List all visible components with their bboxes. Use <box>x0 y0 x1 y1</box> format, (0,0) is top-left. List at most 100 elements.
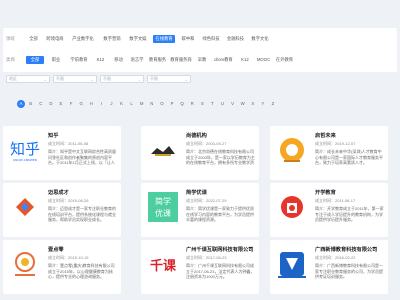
company-card[interactable]: 知乎 KNOW ANSWER 知乎 成立时间：2011-06-08 简介：知乎是中文互联… <box>3 126 121 180</box>
category-chip[interactable]: 早教 <box>195 56 209 64</box>
alphabet-letter[interactable]: H <box>87 100 96 108</box>
filter-select[interactable]: 不限 ⌄ <box>100 75 144 83</box>
category-chip[interactable]: 职业 <box>47 56 65 64</box>
company-description: 简介：广西新博教育科技有限公司是一家专注职业教育服务的公司，为学员提供考证培训服… <box>315 263 383 280</box>
domain-chip[interactable]: 全部 <box>26 35 41 43</box>
alphabet-letter[interactable]: D <box>46 100 55 108</box>
company-description: 简介：壹点零(重庆)教育科技有限公司成立于2015年，以心理健康教育为核心，提供… <box>48 263 115 280</box>
domain-chip[interactable]: 数字营销 <box>101 35 123 43</box>
domain-chip[interactable]: 在线教育 <box>153 35 175 43</box>
alphabet-letter[interactable]: C <box>36 100 45 108</box>
alphabet-letter[interactable]: Q <box>178 100 187 108</box>
alphabet-letter[interactable]: B <box>26 100 35 108</box>
category-chip[interactable]: 学前教育 <box>68 56 90 64</box>
company-description: 简介：北京尚德在线教育科技有限公司成立于2003年，是一家以学历教育为主的在线教… <box>186 149 255 166</box>
company-description: 简介：广州千课互联网科技有限公司成立于2017-06-23，法定代表人为钟鑫，注… <box>186 263 255 280</box>
alphabet-letter[interactable]: N <box>147 100 156 108</box>
category-label: 类目 <box>6 57 15 62</box>
filter-select[interactable]: 不限 ⌄ <box>147 75 191 83</box>
company-card[interactable]: 迈思成才成立时间：2019-08-26 简介：迈思成才是一家专注职业教育的在线培训… <box>3 183 121 237</box>
alphabet-letter[interactable]: P <box>168 100 177 108</box>
company-description: 简介：简学优课是一家致力于提供优质在线学习内容的教育平台，为学员提供丰富的课程资… <box>186 206 254 223</box>
company-card[interactable]: 启哲未来 成立时间：2019-12-07 简介：成长未来中华(深圳)人才教育中心有限… <box>270 126 388 180</box>
svg-text:千课: 千课 <box>150 258 177 274</box>
founded-date: 成立时间：2017-06-23 <box>186 255 227 260</box>
alphabet-index: 全ABCDEFGHIJKLMNOPQRSTUVWXYZ <box>7 100 279 108</box>
founded-date: 成立时间：2019-08-26 <box>48 198 89 203</box>
company-name[interactable]: 广西新博教育科技有限公司 <box>315 246 377 253</box>
category-chip[interactable]: MOOC <box>255 56 272 64</box>
company-card[interactable]: 开学教育成立时间：2011-08-17 简介：开学教育成立于2011年，第一家专注… <box>270 183 388 237</box>
alphabet-letter[interactable]: Z <box>268 100 277 108</box>
category-chip[interactable]: 移动 <box>111 56 126 64</box>
category-chip[interactable]: 语言学 <box>129 56 145 64</box>
domain-chip[interactable]: 碳中和 <box>179 35 197 43</box>
domain-chip[interactable]: 绿色科技 <box>201 35 221 43</box>
domain-chip[interactable]: 数字文娱 <box>127 35 149 43</box>
company-name[interactable]: 尚德机构 <box>186 132 207 139</box>
category-chip[interactable]: drom教育 <box>212 56 235 64</box>
company-name[interactable]: 壹点零 <box>48 246 64 253</box>
alphabet-letter[interactable]: S <box>198 100 207 108</box>
company-logo <box>7 246 43 282</box>
company-card[interactable]: 简学 优课 简学优课 成立时间：2022-07-29 简介：简学优课是一家致力于提供优质… <box>141 183 259 237</box>
alphabet-letter[interactable]: T <box>208 100 217 108</box>
company-card[interactable]: 尚德机构 成立时间：2003-09-27 简介：北京尚德在线教育科技有限公司成立于2… <box>141 126 259 180</box>
company-logo: 千课 <box>145 246 181 282</box>
company-card[interactable]: 千课 广州千课互联网科技有限公司 成立时间：2017-06-23 简介：广州千课互联网… <box>141 240 259 294</box>
alphabet-letter[interactable]: J <box>107 100 116 108</box>
company-description: 简介：开学教育成立于2011年，第一家专注于成人学历提升的教育机构，为学员提供学… <box>315 206 384 223</box>
company-name[interactable]: 开学教育 <box>315 189 336 196</box>
founded-date: 成立时间：2011-08-17 <box>315 198 356 203</box>
alphabet-letter[interactable]: M <box>137 100 146 108</box>
domain-chip[interactable]: 跨境电商 <box>45 35 65 43</box>
company-logo <box>274 246 310 282</box>
alphabet-letter[interactable]: L <box>127 100 136 108</box>
alphabet-letter[interactable]: Y <box>258 100 267 108</box>
company-name[interactable]: 简学优课 <box>186 189 207 196</box>
alphabet-letter[interactable]: X <box>248 100 257 108</box>
alphabet-letter[interactable]: I <box>97 100 106 108</box>
category-filter-row: 类目 全部 职业 学前教育 K12 移动 语言学 教育服务 教育服务商 早教 drom教育 K12 MO… <box>6 55 297 65</box>
alphabet-letter[interactable]: A <box>17 100 26 108</box>
company-logo <box>145 132 181 168</box>
domain-chip[interactable]: 数字文化 <box>250 35 270 43</box>
company-logo <box>7 189 43 225</box>
alphabet-letter[interactable]: F <box>67 100 76 108</box>
domain-chip[interactable]: 产业数字化 <box>69 35 97 43</box>
chevron-down-icon: ⌄ <box>184 76 188 82</box>
domain-filter-row: 領域 全部 跨境电商 产业数字化 数字营销 数字文娱 在线教育 碳中和 绿色科技 金融科技 数字文化 <box>6 34 274 44</box>
alphabet-letter[interactable]: O <box>157 100 166 108</box>
category-chip[interactable]: 教育服务 <box>148 56 167 64</box>
founded-date: 成立时间：2019-12-07 <box>315 141 356 146</box>
company-card[interactable]: 壹点零 成立时间：2015-10-15 简介：壹点零(重庆)教育科技有限公司成立于2… <box>3 240 121 294</box>
category-chip[interactable]: K12 <box>93 56 108 64</box>
alphabet-letter[interactable]: E <box>56 100 65 108</box>
founded-date: 成立时间：2016-02-22 <box>315 255 356 260</box>
domain-label: 領域 <box>6 36 15 41</box>
founded-date: 成立时间：2011-06-08 <box>48 141 89 146</box>
company-name[interactable]: 知乎 <box>48 132 58 139</box>
category-chip[interactable]: 在外教育 <box>275 56 294 64</box>
domain-chip[interactable]: 金融科技 <box>225 35 246 43</box>
category-chip[interactable]: 全部 <box>26 56 44 64</box>
alphabet-letter[interactable]: U <box>218 100 227 108</box>
alphabet-letter[interactable]: G <box>77 100 86 108</box>
company-name[interactable]: 启哲未来 <box>315 132 336 139</box>
alphabet-letter[interactable]: V <box>228 100 237 108</box>
category-chip[interactable]: 教育服务商 <box>170 56 192 64</box>
founded-date: 成立时间：2022-07-29 <box>186 198 227 203</box>
company-description: 简介：迈思成才是一家专注职业教育的在线培训平台，提供系统化课程与就业服务，帮助学… <box>48 206 116 223</box>
alphabet-letter[interactable]: W <box>238 100 247 108</box>
company-description: 简介：知乎是中文互联网综合性高质量问答社区和创作者聚集的原创内容平台，于2011… <box>48 149 116 166</box>
svg-text:知乎: 知乎 <box>10 140 40 158</box>
alphabet-letter[interactable]: K <box>117 100 126 108</box>
company-card[interactable]: 广西新博教育科技有限公司 成立时间：2016-02-22 简介：广西新博教育科技有限… <box>270 240 388 294</box>
chevron-down-icon: ⌄ <box>43 76 47 82</box>
company-name[interactable]: 广州千课互联网科技有限公司 <box>186 246 253 253</box>
category-chip[interactable]: K12 <box>238 56 252 64</box>
alphabet-letter[interactable]: R <box>188 100 197 108</box>
company-name[interactable]: 迈思成才 <box>48 189 69 196</box>
filter-select[interactable]: 地区 ⌄ <box>6 75 50 83</box>
filter-select[interactable]: 不限 ⌄ <box>53 75 97 83</box>
